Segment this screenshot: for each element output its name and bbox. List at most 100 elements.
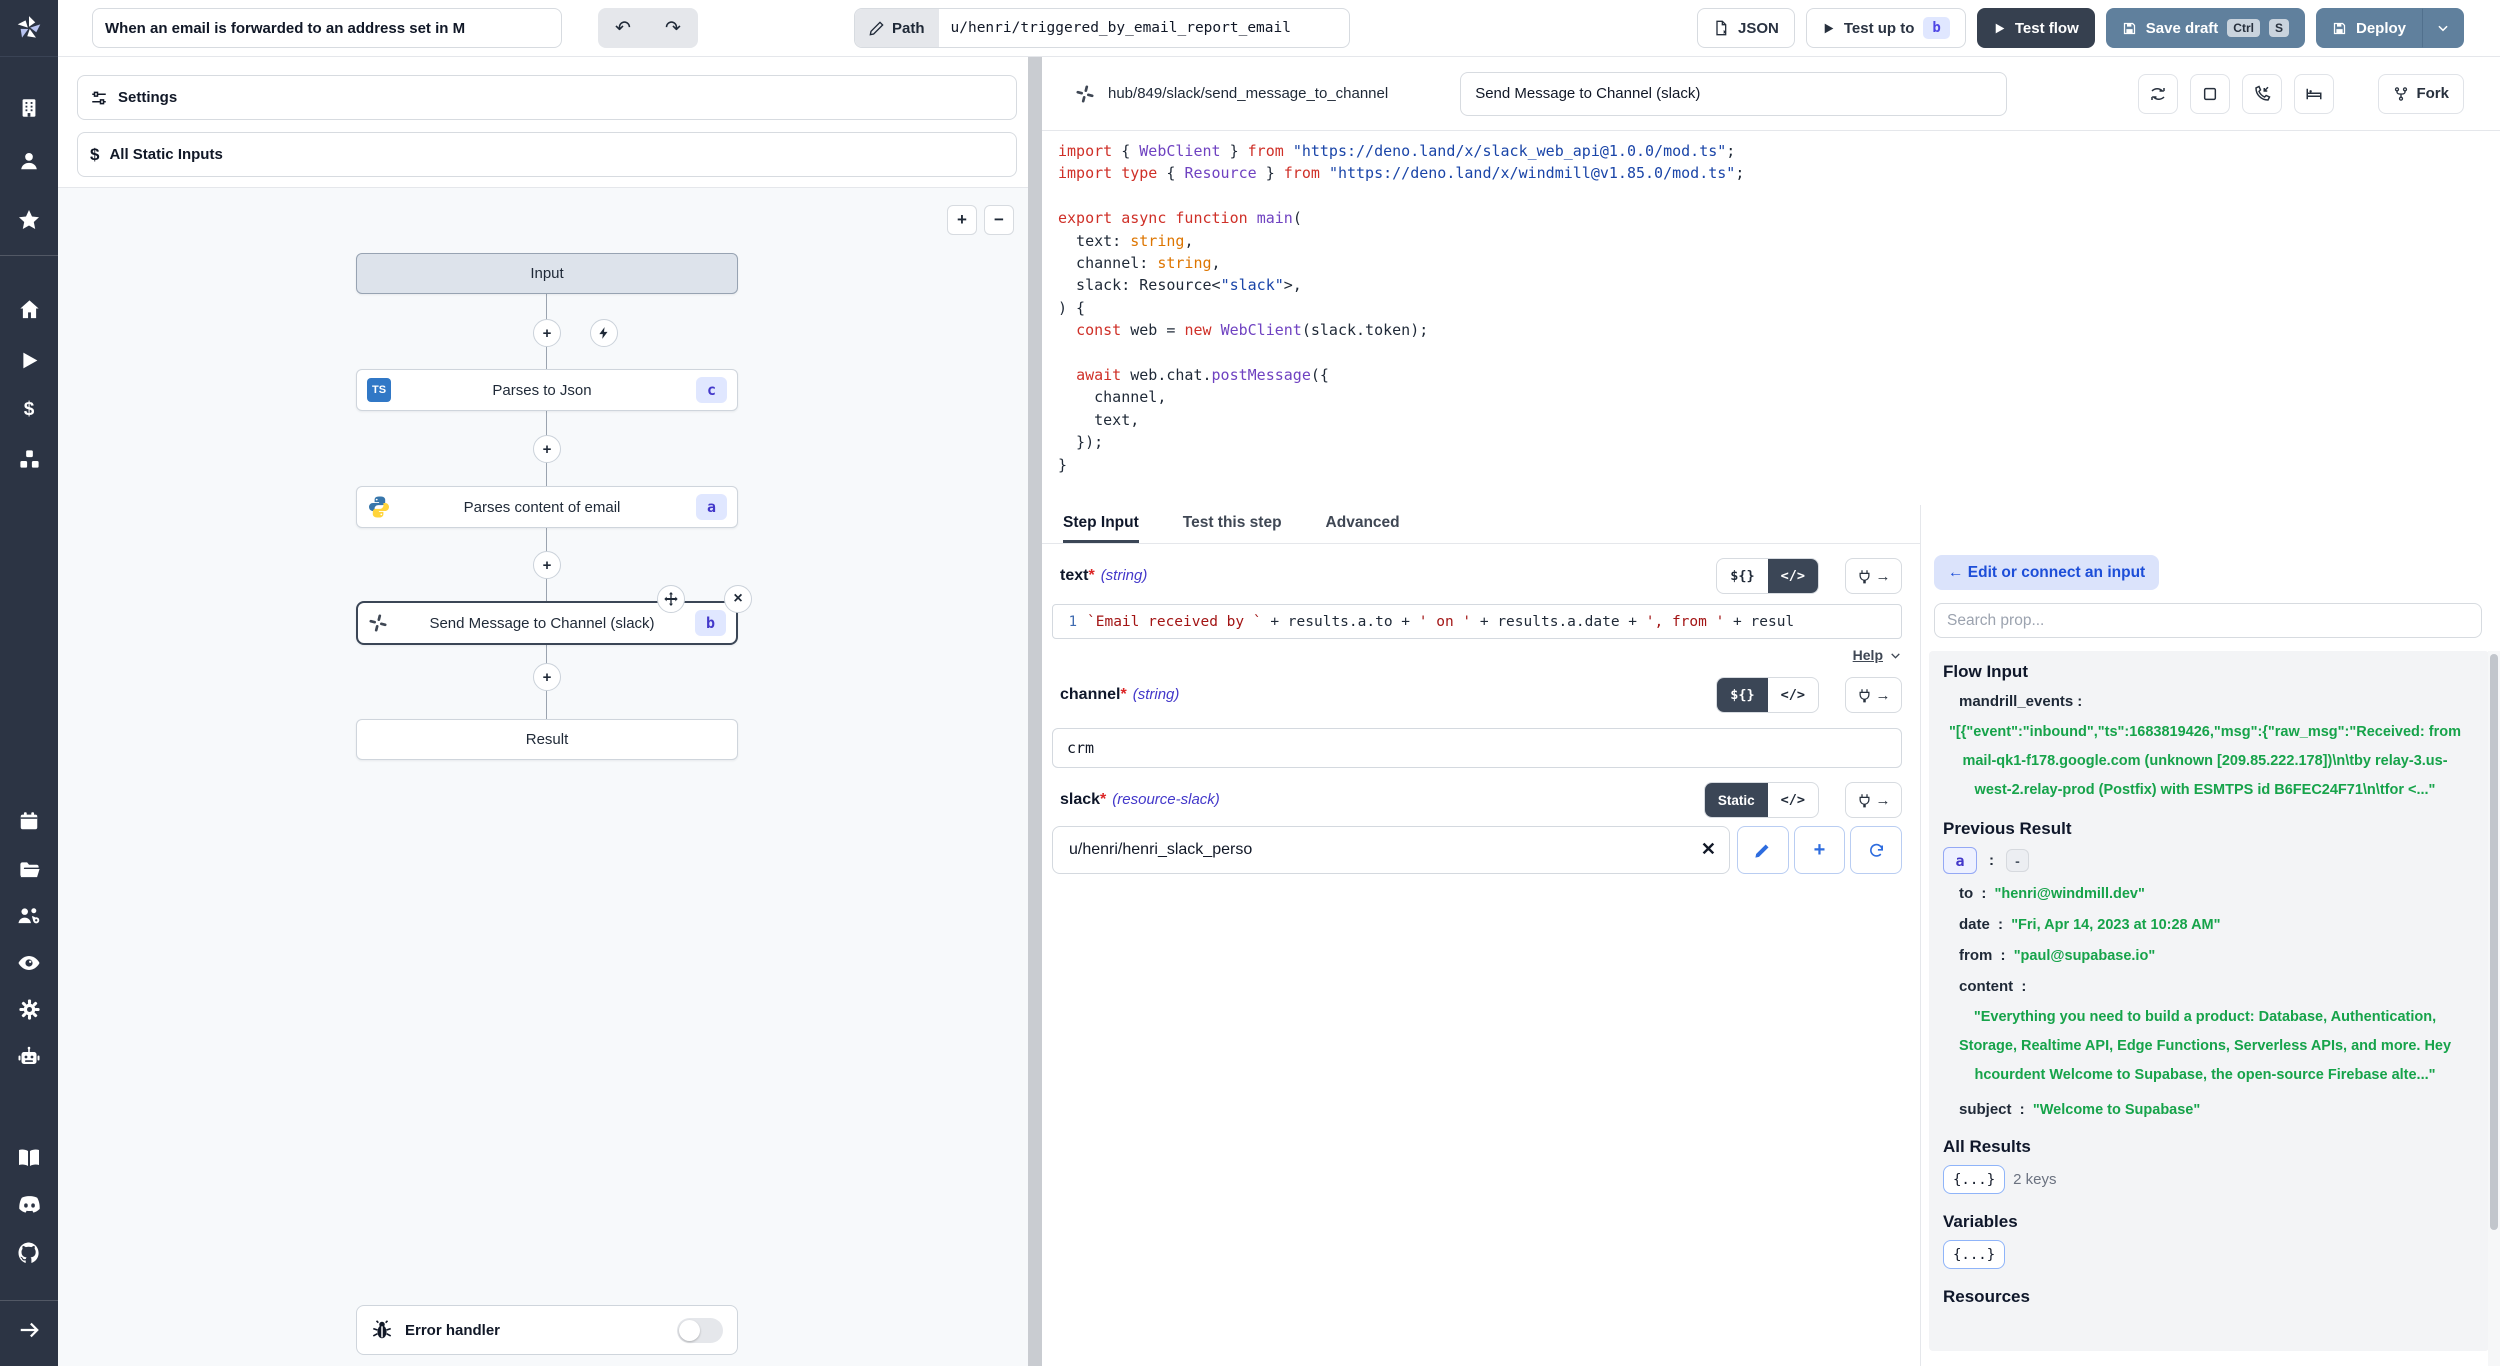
sidebar-item-settings[interactable]	[0, 992, 58, 1026]
json-button[interactable]: JSON	[1697, 8, 1795, 48]
sidebar-expand-button[interactable]	[0, 1313, 58, 1347]
flow-input-key-row[interactable]: mandrill_events:	[1943, 691, 2467, 712]
bolt-icon	[597, 326, 611, 340]
save-draft-button[interactable]: Save draft Ctrl S	[2106, 8, 2305, 48]
collapse-toggle[interactable]: -	[2006, 849, 2029, 872]
sidebar-item-runs[interactable]	[0, 343, 58, 377]
move-step-button[interactable]	[657, 585, 685, 613]
sidebar-item-schedules[interactable]	[0, 804, 58, 838]
code-mode-segment[interactable]: </>	[1768, 559, 1818, 593]
code-mode-segment[interactable]: </>	[1768, 783, 1818, 817]
result-entry[interactable]: to : "henri@windmill.dev"	[1943, 883, 2467, 905]
path-chip[interactable]: Path	[855, 9, 939, 47]
hub-script-path[interactable]: hub/849/slack/send_message_to_channel	[1108, 85, 1388, 102]
code-mode-segment[interactable]: </>	[1768, 678, 1818, 712]
connect-input-button[interactable]: →	[1845, 677, 1902, 713]
sidebar-item-user[interactable]	[0, 144, 58, 178]
sidebar-item-favorites[interactable]	[0, 203, 58, 237]
refresh-resource-button[interactable]	[1850, 826, 1902, 874]
deploy-menu-button[interactable]	[2422, 8, 2464, 48]
node-id-badge[interactable]: a	[1943, 847, 1977, 874]
connect-input-button[interactable]: →	[1845, 558, 1902, 594]
sidebar-item-home[interactable]	[0, 292, 58, 326]
add-step-button[interactable]: +	[533, 319, 561, 347]
trigger-button[interactable]	[590, 319, 618, 347]
edit-resource-button[interactable]	[1737, 826, 1789, 874]
error-handler-toggle[interactable]	[677, 1318, 723, 1343]
sidebar-item-variables[interactable]: $	[0, 393, 58, 427]
sidebar-item-github[interactable]	[0, 1236, 58, 1270]
all-static-inputs-label: All Static Inputs	[109, 146, 222, 163]
step-summary-input[interactable]	[1460, 72, 2007, 116]
edit-or-connect-button[interactable]: ← Edit or connect an input	[1934, 555, 2159, 590]
fork-label: Fork	[2416, 85, 2449, 102]
sidebar-item-audit-logs[interactable]	[0, 946, 58, 980]
code-editor[interactable]: import { WebClient } from "https://deno.…	[1042, 131, 2500, 505]
prop-value[interactable]: "Everything you need to build a product:…	[1943, 1003, 2467, 1090]
bed-button[interactable]	[2294, 74, 2334, 114]
channel-value-input[interactable]	[1052, 728, 1902, 768]
sidebar-item-workers[interactable]	[0, 1040, 58, 1074]
panel-resize-handle[interactable]	[1028, 57, 1042, 1366]
flow-settings-button[interactable]: Settings	[77, 75, 1017, 120]
expand-view-button[interactable]	[2190, 74, 2230, 114]
result-entry[interactable]: date : "Fri, Apr 14, 2023 at 10:28 AM"	[1943, 914, 2467, 936]
result-entry[interactable]: content :	[1943, 976, 2467, 997]
expand-object-badge[interactable]: {...}	[1943, 1165, 2005, 1194]
result-entry[interactable]: subject : "Welcome to Supabase"	[1943, 1099, 2467, 1121]
flow-node-input[interactable]: Input	[356, 253, 738, 294]
tab-test-this-step[interactable]: Test this step	[1183, 505, 1282, 543]
connect-input-button[interactable]: →	[1845, 782, 1902, 818]
props-scrollbar[interactable]	[2488, 651, 2500, 1366]
flow-node-parses-content[interactable]: Parses content of email a	[356, 486, 738, 528]
slack-resource-input[interactable]	[1052, 826, 1730, 874]
arrow-right-icon: →	[1876, 687, 1891, 704]
add-step-button[interactable]: +	[533, 435, 561, 463]
code-token	[1212, 321, 1221, 339]
undo-button[interactable]: ↶	[598, 8, 648, 48]
flow-title-input[interactable]	[92, 8, 562, 48]
fork-button[interactable]: Fork	[2378, 74, 2464, 114]
windmill-logo[interactable]	[0, 0, 58, 57]
code-token: export async function	[1058, 209, 1248, 227]
sidebar-item-docs[interactable]	[0, 1141, 58, 1175]
path-value[interactable]: u/henri/triggered_by_email_report_email	[939, 20, 1349, 36]
search-prop-input[interactable]	[1934, 603, 2482, 638]
flow-node-result[interactable]: Result	[356, 719, 738, 760]
add-step-button[interactable]: +	[533, 663, 561, 691]
test-up-to-button[interactable]: Test up to b	[1806, 8, 1966, 48]
zoom-in-button[interactable]: +	[947, 205, 977, 235]
all-static-inputs-button[interactable]: $ All Static Inputs	[77, 132, 1017, 177]
error-handler-node[interactable]: Error handler	[356, 1305, 738, 1355]
clear-resource-icon[interactable]: ✕	[1701, 839, 1716, 860]
sidebar-item-discord[interactable]	[0, 1188, 58, 1222]
template-mode-segment[interactable]: ${}	[1717, 678, 1767, 712]
deploy-button[interactable]: Deploy	[2316, 8, 2422, 48]
template-mode-segment[interactable]: ${}	[1717, 559, 1767, 593]
sidebar-item-folders[interactable]	[0, 852, 58, 886]
sidebar-item-workspace[interactable]	[0, 91, 58, 125]
flow-input-value[interactable]: "[{"event":"inbound","ts":1683819426,"ms…	[1943, 718, 2467, 805]
result-entry[interactable]: from : "paul@supabase.io"	[1943, 945, 2467, 967]
delete-step-button[interactable]: ×	[724, 585, 752, 613]
static-mode-segment[interactable]: Static	[1705, 783, 1768, 817]
add-resource-button[interactable]: +	[1794, 826, 1846, 874]
tab-step-input[interactable]: Step Input	[1063, 505, 1139, 543]
expand-object-badge[interactable]: {...}	[1943, 1240, 2005, 1269]
redo-button[interactable]: ↷	[648, 8, 698, 48]
sidebar-item-groups[interactable]	[0, 898, 58, 932]
add-step-button[interactable]: +	[533, 551, 561, 579]
scrollbar-thumb[interactable]	[2490, 654, 2498, 1230]
tab-advanced[interactable]: Advanced	[1326, 505, 1400, 543]
phone-incoming-button[interactable]	[2242, 74, 2282, 114]
sidebar-item-resources[interactable]	[0, 442, 58, 476]
test-flow-button[interactable]: Test flow	[1977, 8, 2095, 48]
code-token: ) {	[1058, 299, 1085, 317]
swap-arrows-button[interactable]	[2138, 74, 2178, 114]
zoom-out-button[interactable]: −	[984, 205, 1014, 235]
flow-graph-canvas[interactable]: + − Input + TS Parses to Json c + Parses…	[58, 187, 1028, 1366]
python-icon	[367, 495, 391, 519]
text-expression-editor[interactable]: 1 `Email received by ` + results.a.to + …	[1052, 604, 1902, 639]
flow-node-parses-to-json[interactable]: TS Parses to Json c	[356, 369, 738, 411]
help-link[interactable]: Help	[1853, 647, 1883, 663]
